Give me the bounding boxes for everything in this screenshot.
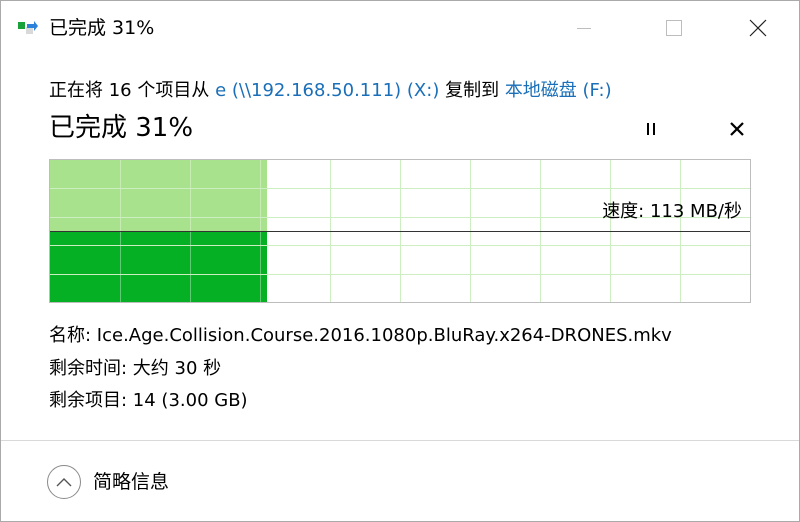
time-remaining-label: 剩余时间: (49, 358, 133, 379)
items-remaining-value: 14 (3.00 GB) (132, 390, 248, 411)
title-bar[interactable]: 已完成 31% (1, 1, 799, 55)
current-speed-line (50, 231, 750, 232)
minimize-button[interactable] (561, 1, 607, 55)
source-link[interactable]: e (\\192.168.50.111) (X:) (215, 80, 439, 101)
speed-label: 速度: 113 MB/秒 (602, 201, 742, 222)
close-icon (749, 19, 767, 37)
pause-icon-bar-right (653, 123, 655, 135)
time-remaining-value: 大约 30 秒 (132, 358, 222, 379)
pause-icon-bar-left (647, 123, 649, 135)
destination-link[interactable]: 本地磁盘 (F:) (505, 80, 612, 101)
items-remaining-label: 剩余项目: (49, 390, 133, 411)
close-window-button[interactable] (735, 1, 781, 55)
cancel-button[interactable] (723, 115, 751, 143)
maximize-icon (666, 20, 682, 36)
copy-progress-window: 已完成 31% 正在将 16 个项目从 e (\\192.168.50.111)… (0, 0, 800, 522)
chevron-up-icon (56, 478, 72, 487)
file-name-value: Ice.Age.Collision.Course.2016.1080p.BluR… (96, 325, 672, 346)
minimize-icon (577, 27, 591, 29)
progress-status-title: 已完成 31% (49, 113, 194, 143)
file-name-row: 名称: Ice.Age.Collision.Course.2016.1080p.… (49, 324, 672, 348)
copy-description: 正在将 16 个项目从 e (\\192.168.50.111) (X:) 复制… (49, 79, 612, 103)
speed-graph: 速度: 113 MB/秒 (49, 159, 751, 303)
fewer-details-button[interactable] (47, 465, 81, 499)
copy-middle: 复制到 (439, 80, 505, 101)
footer-divider (1, 440, 799, 441)
fewer-details-label[interactable]: 简略信息 (93, 470, 169, 494)
cancel-icon (730, 122, 744, 136)
file-name-label: 名称: (49, 325, 97, 346)
window-title: 已完成 31% (49, 17, 155, 39)
items-remaining-row: 剩余项目: 14 (3.00 GB) (49, 389, 248, 413)
maximize-button[interactable] (651, 1, 697, 55)
pause-button[interactable] (637, 115, 665, 143)
copy-prefix: 正在将 16 个项目从 (49, 80, 216, 101)
time-remaining-row: 剩余时间: 大约 30 秒 (49, 357, 221, 381)
file-copy-icon (17, 19, 39, 37)
